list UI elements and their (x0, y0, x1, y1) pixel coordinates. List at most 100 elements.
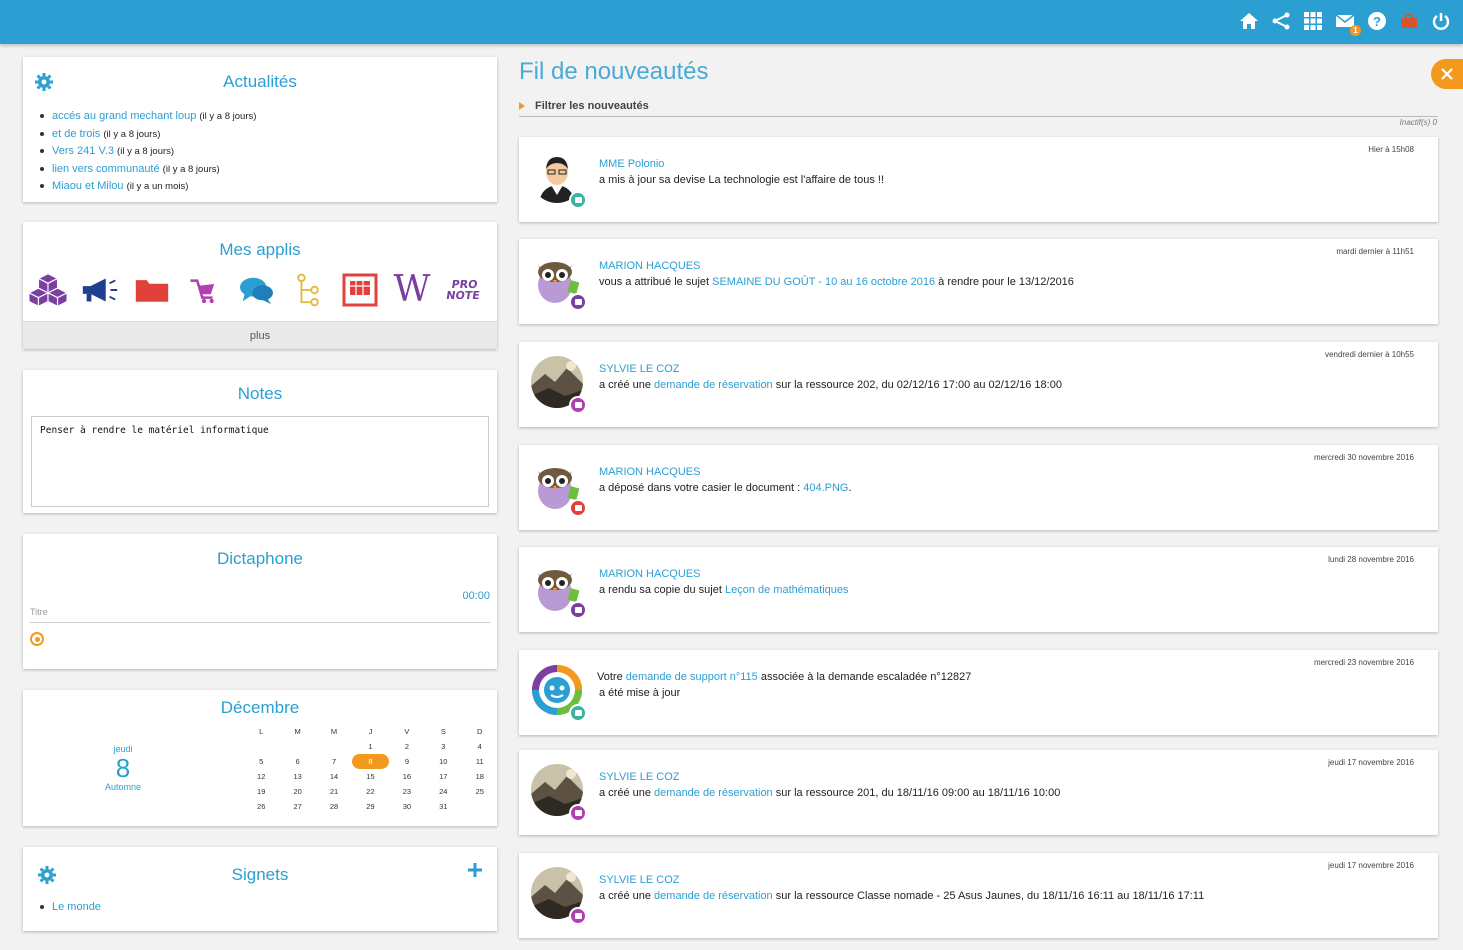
feed-author-link[interactable]: MME Polonio (599, 158, 664, 170)
news-link[interactable]: Miaou et Milou (52, 180, 124, 192)
calendar-day[interactable]: 3 (425, 739, 461, 754)
feed-link[interactable]: SEMAINE DU GOÛT - 10 au 16 octobre 2016 (712, 276, 935, 288)
pronote-icon[interactable]: PRO NOTE (443, 270, 485, 310)
calendar-week-row: 26 27 28 29 30 31 (243, 799, 498, 814)
calendar-day[interactable]: 19 (243, 784, 279, 799)
news-link[interactable]: Vers 241 V.3 (52, 145, 114, 157)
gear-icon[interactable] (37, 865, 57, 885)
feed-link[interactable]: demande de réservation (654, 787, 773, 799)
calendar-day[interactable]: 27 (279, 799, 315, 814)
notes-card: Notes Penser à rendre le matériel inform… (23, 370, 497, 513)
calendar-day[interactable]: 23 (389, 784, 425, 799)
record-icon[interactable] (30, 632, 44, 646)
home-icon[interactable] (1237, 9, 1261, 33)
folder-icon[interactable] (131, 270, 173, 310)
news-link[interactable]: lien vers communauté (52, 163, 160, 175)
more-apps-button[interactable]: plus (23, 321, 497, 349)
tools-tab[interactable] (1431, 59, 1463, 89)
wiki-icon[interactable]: W (391, 270, 433, 310)
feed-link[interactable]: demande de réservation (654, 890, 773, 902)
news-age: (il y a 8 jours) (117, 146, 175, 157)
calendar-day[interactable]: 22 (352, 784, 388, 799)
feed-date: jeudi 17 novembre 2016 (1328, 758, 1414, 767)
bookmark-link[interactable]: Le monde (52, 901, 101, 913)
calendar-empty (316, 739, 352, 754)
notes-textarea[interactable]: Penser à rendre le matériel informatique (31, 416, 489, 507)
list-item: Miaou et Milou (il y a un mois) (40, 178, 497, 196)
feed-text-part: sur la ressource 202, du 02/12/16 17:00 … (772, 379, 1062, 391)
calendar-day[interactable]: 25 (462, 784, 498, 799)
feed-author-link[interactable]: MARION HACQUES (599, 568, 700, 580)
calendar-week-row: 5 6 7 8 9 10 11 (243, 754, 498, 769)
svg-text:?: ? (1373, 14, 1381, 29)
cart-icon[interactable] (183, 270, 225, 310)
news-age: (il y a 8 jours) (162, 163, 220, 175)
filter-toggle[interactable]: Filtrer les nouveautés (519, 100, 1438, 117)
calendar-board-icon[interactable] (339, 270, 381, 310)
calendar-season: Automne (104, 782, 142, 792)
news-link[interactable]: et de trois (52, 128, 100, 140)
calendar-day[interactable]: 24 (425, 784, 461, 799)
tree-icon[interactable] (287, 270, 329, 310)
list-item: et de trois (il y a 8 jours) (40, 126, 497, 144)
calendar-day[interactable]: 5 (243, 754, 279, 769)
calendar-day[interactable]: 6 (279, 754, 315, 769)
share-icon[interactable] (1269, 9, 1293, 33)
calendar-day[interactable]: 13 (279, 769, 315, 784)
feed-link[interactable]: Leçon de mathématiques (725, 584, 849, 596)
calendar-day[interactable]: 29 (352, 799, 388, 814)
feed-link[interactable]: demande de réservation (654, 379, 773, 391)
calendar-day[interactable]: 2 (389, 739, 425, 754)
feed-author-link[interactable]: SYLVIE LE COZ (599, 874, 680, 886)
app-badge-icon (569, 191, 587, 209)
help-icon[interactable]: ? (1365, 9, 1389, 33)
calendar-day[interactable]: 26 (243, 799, 279, 814)
apps-grid-icon[interactable] (1301, 9, 1325, 33)
calendar-day[interactable]: 1 (352, 739, 388, 754)
calendar-day[interactable]: 11 (462, 754, 498, 769)
calendar-day[interactable]: 30 (389, 799, 425, 814)
calendar-day[interactable]: 18 (462, 769, 498, 784)
feed-link[interactable]: 404.PNG (803, 482, 848, 494)
feed-author-link[interactable]: SYLVIE LE COZ (599, 363, 680, 375)
calendar-day[interactable]: 14 (316, 769, 352, 784)
cubes-icon[interactable] (27, 270, 69, 310)
calendar-week-row: 12 13 14 15 16 17 18 (243, 769, 498, 784)
news-link[interactable]: accés au grand mechant loup (52, 110, 196, 122)
toolbox-icon[interactable] (1397, 9, 1421, 33)
dictaphone-card: Dictaphone 00:00 Titre (23, 534, 497, 669)
signets-list: Le monde (23, 899, 497, 916)
mail-icon[interactable]: 1 (1333, 9, 1361, 36)
calendar-day[interactable]: 8 (352, 754, 389, 769)
calendar-day[interactable]: 15 (352, 769, 388, 784)
feed-text-part: à rendre pour le 13/12/2016 (935, 276, 1074, 288)
gear-icon[interactable] (34, 72, 54, 92)
wiki-letter: W (393, 269, 431, 310)
calendar-day[interactable]: 17 (425, 769, 461, 784)
calendar-day[interactable]: 16 (389, 769, 425, 784)
feed-item: lundi 28 novembre 2016 MARION HACQUES a re… (519, 547, 1438, 632)
calendar-day[interactable]: 7 (316, 754, 352, 769)
calendar-day[interactable]: 10 (425, 754, 461, 769)
add-bookmark-icon[interactable] (468, 863, 482, 877)
feed-text: a créé une demande de réservation sur la… (599, 379, 1062, 391)
calendar-day[interactable]: 9 (389, 754, 425, 769)
calendar-today-block: jeudi 8 Automne (85, 744, 161, 792)
calendar-day[interactable]: 28 (316, 799, 352, 814)
feed-item: Hier à 15h08 MME Polonio a mis à jour sa d… (519, 137, 1438, 222)
feed-author-link[interactable]: MARION HACQUES (599, 466, 700, 478)
feed-author-link[interactable]: SYLVIE LE COZ (599, 771, 680, 783)
calendar-day[interactable]: 4 (462, 739, 498, 754)
weekday-label: D (477, 727, 483, 736)
calendar-day[interactable]: 31 (425, 799, 461, 814)
calendar-day[interactable]: 20 (279, 784, 315, 799)
dictaphone-title-input[interactable]: Titre (30, 607, 490, 623)
megaphone-icon[interactable] (79, 270, 121, 310)
calendar-day[interactable]: 21 (316, 784, 352, 799)
calendar-day[interactable]: 12 (243, 769, 279, 784)
chat-icon[interactable] (235, 270, 277, 310)
power-icon[interactable] (1429, 9, 1453, 33)
feed-author-link[interactable]: MARION HACQUES (599, 260, 700, 272)
feed-text-part: a créé une (599, 890, 655, 902)
feed-link[interactable]: demande de support n°115 (626, 671, 758, 683)
